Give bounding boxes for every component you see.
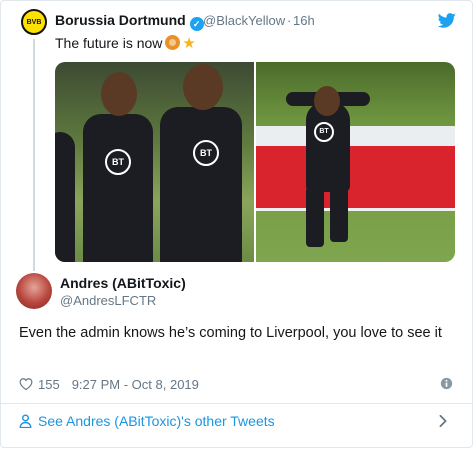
twitter-bird-icon[interactable] [438,13,456,28]
pitchside-board-stripe [256,208,455,211]
parent-author-handle[interactable]: @BlackYellow [203,13,285,28]
player-head [183,64,223,110]
parent-tweet-text: The future is now ★ [55,34,196,52]
tweet-metadata: 155 9:27 PM - Oct 8, 2019 [19,376,199,392]
parent-author-name[interactable]: Borussia Dortmund ✓ [55,12,204,31]
player-figure [55,132,75,262]
heart-icon[interactable] [19,377,33,391]
reply-author-name[interactable]: Andres (ABitToxic) [60,275,186,291]
parent-author-name-text: Borussia Dortmund [55,12,186,28]
see-other-tweets-link[interactable]: See Andres (ABitToxic)'s other Tweets [19,413,275,429]
reply-timestamp[interactable]: 9:27 PM - Oct 8, 2019 [72,377,199,392]
pitchside-advert-board [256,146,455,208]
embedded-tweet-card: BVB Borussia Dortmund ✓ @BlackYellow · 16… [0,0,473,448]
player-figure [160,107,242,262]
thread-connector [33,39,35,271]
bt-sponsor-logo: BT [314,122,334,142]
tweet-media[interactable]: BT BT BT [55,62,455,262]
bvb-avatar[interactable]: BVB [21,9,47,35]
player-head [101,72,137,116]
player-head [314,86,340,116]
photo-players-training[interactable]: BT BT [55,62,254,262]
info-icon[interactable] [440,377,453,390]
like-count[interactable]: 155 [38,377,60,392]
player-leg [330,187,348,242]
see-other-tweets-label: See Andres (ABitToxic)'s other Tweets [38,413,275,429]
bt-sponsor-logo: BT [105,149,131,175]
chevron-right-icon[interactable] [438,414,448,428]
person-icon [19,414,32,428]
separator-dot: · [287,13,292,28]
bvb-logo-text: BVB [26,18,42,26]
player-figure [83,114,153,262]
reply-tweet-text: Even the admin knows he’s coming to Live… [19,325,442,341]
pitchside-board-top [256,126,455,146]
parent-tweet[interactable]: BVB Borussia Dortmund ✓ @BlackYellow · 16… [1,1,472,271]
reply-author-handle[interactable]: @AndresLFCTR [60,293,156,308]
bt-sponsor-logo: BT [193,140,219,166]
lion-emoji-icon [165,35,181,50]
footer-divider [1,403,472,404]
photo-player-stretching[interactable]: BT [256,62,455,262]
reply-author-avatar[interactable] [16,273,52,309]
player-leg [306,187,324,247]
verified-badge-icon: ✓ [189,17,204,31]
parent-tweet-text-content: The future is now [55,35,163,51]
star-emoji-icon: ★ [182,35,196,52]
parent-timestamp[interactable]: 16h [293,13,315,28]
